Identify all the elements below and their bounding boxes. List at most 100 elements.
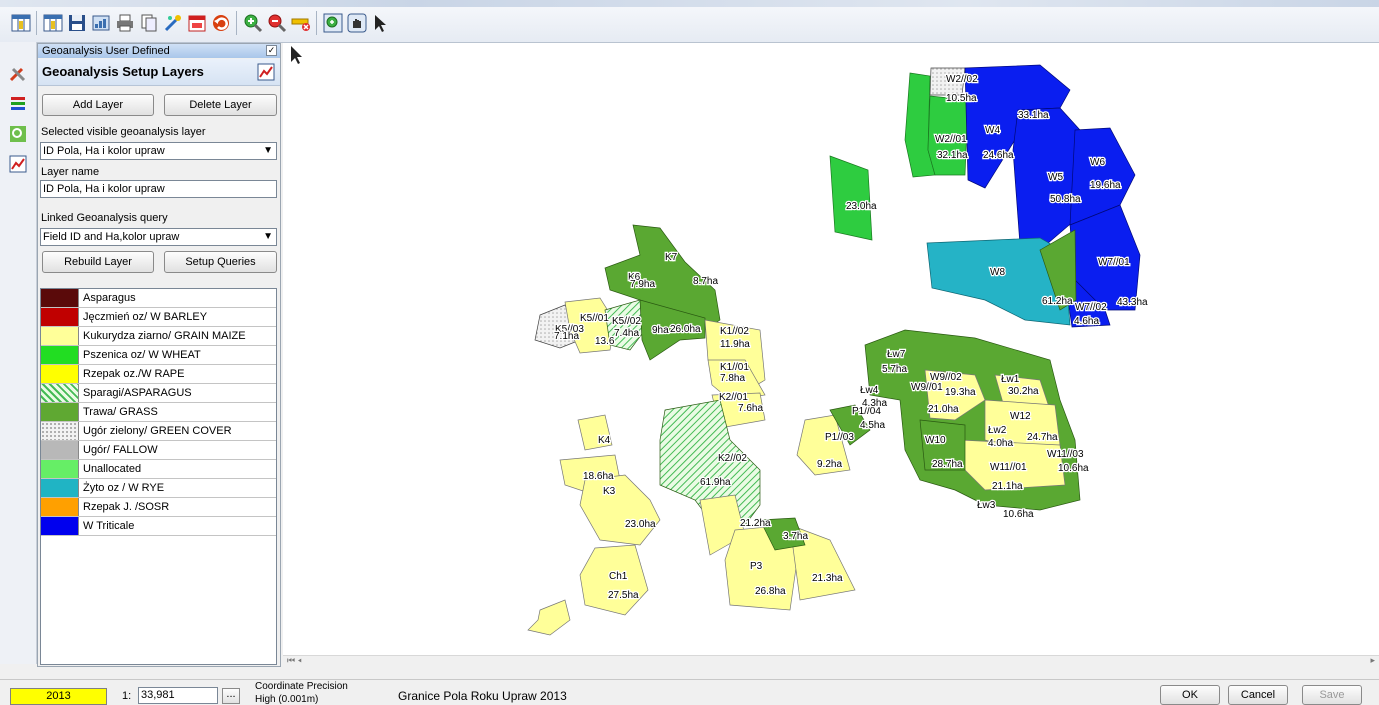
dropdown-arrow-icon[interactable]: ▼ bbox=[263, 143, 273, 159]
map-horizontal-scrollbar[interactable]: ⏮ ◂ ▸ bbox=[283, 655, 1379, 668]
field-label: 4.5ha bbox=[860, 420, 885, 431]
selected-layer-dropdown[interactable]: ID Pola, Ha i kolor upraw ▼ bbox=[40, 142, 277, 160]
add-layer-button[interactable]: Add Layer bbox=[42, 94, 154, 116]
field-label: W2//01 bbox=[935, 134, 967, 145]
copy-icon[interactable] bbox=[138, 12, 160, 34]
delete-layer-button[interactable]: Delete Layer bbox=[164, 94, 277, 116]
measure-clear-icon[interactable] bbox=[290, 12, 312, 34]
layer-title: Granice Pola Roku Upraw 2013 bbox=[398, 689, 567, 703]
scroll-left-icon[interactable]: ⏮ ◂ bbox=[287, 655, 302, 666]
field-label: 26.0ha bbox=[670, 324, 701, 335]
map-canvas[interactable]: W2//02 10.5ha 33.1ha W4 W2//01 32.1ha 24.6ha W6… bbox=[283, 43, 1379, 655]
undo-icon[interactable] bbox=[210, 12, 232, 34]
layer-name-input[interactable]: ID Pola, Ha i kolor upraw bbox=[40, 180, 277, 198]
rebuild-layer-button[interactable]: Rebuild Layer bbox=[42, 251, 154, 273]
scale-input[interactable]: 33,981 bbox=[138, 687, 218, 704]
legend-label: W Triticale bbox=[83, 520, 135, 532]
legend-list: Asparagus Jęczmień oz/ W BARLEY Kukurydza … bbox=[40, 288, 277, 665]
field-label: 24.6ha bbox=[983, 150, 1014, 161]
print-icon[interactable] bbox=[114, 12, 136, 34]
legend-label: Jęczmień oz/ W BARLEY bbox=[83, 311, 208, 323]
field-label: 43.3ha bbox=[1117, 297, 1148, 308]
map-svg[interactable]: W2//02 10.5ha 33.1ha W4 W2//01 32.1ha 24.6ha W6… bbox=[283, 43, 1379, 655]
layers-icon[interactable] bbox=[8, 94, 28, 114]
linked-query-dropdown[interactable]: Field ID and Ha,kolor upraw ▼ bbox=[40, 228, 277, 246]
field-label: 4.6ha bbox=[1074, 316, 1099, 327]
field-label: 18.6ha bbox=[583, 471, 614, 482]
legend-swatch bbox=[41, 498, 79, 516]
year-box[interactable]: 2013 bbox=[10, 688, 107, 705]
table-icon[interactable] bbox=[10, 12, 32, 34]
field-group-north-east[interactable] bbox=[829, 64, 1141, 328]
field-label: 11.9ha bbox=[720, 339, 750, 350]
calendar-icon[interactable] bbox=[186, 12, 208, 34]
save-icon[interactable] bbox=[66, 12, 88, 34]
field-label: 23.0ha bbox=[846, 201, 877, 212]
panel-checkbox[interactable]: ✓ bbox=[266, 45, 277, 56]
layer-name-label: Layer name bbox=[41, 166, 100, 178]
field-label: 7.8ha bbox=[720, 373, 745, 384]
cancel-button[interactable]: Cancel bbox=[1228, 685, 1288, 705]
chart-icon[interactable] bbox=[256, 62, 276, 82]
field-label: 21.0ha bbox=[928, 404, 959, 415]
field-label: 30.2ha bbox=[1008, 386, 1039, 397]
setup-queries-button[interactable]: Setup Queries bbox=[164, 251, 277, 273]
field-label: Łw7 bbox=[887, 349, 906, 360]
chart-icon[interactable] bbox=[8, 154, 28, 174]
legend-item: Ugór zielony/ GREEN COVER bbox=[41, 422, 276, 441]
legend-item: Kukurydza ziarno/ GRAIN MAIZE bbox=[41, 327, 276, 346]
legend-swatch bbox=[41, 441, 79, 459]
coord-precision-value[interactable]: High (0.001m) bbox=[255, 694, 318, 705]
select-arrow-icon[interactable] bbox=[370, 12, 392, 34]
field-label: K4 bbox=[598, 435, 611, 446]
wizard-icon[interactable] bbox=[162, 12, 184, 34]
legend-label: Ugór/ FALLOW bbox=[83, 444, 158, 456]
field-label: 4.3ha bbox=[862, 398, 887, 409]
field-label: W7//02 bbox=[1075, 302, 1107, 313]
map-search-icon[interactable] bbox=[8, 124, 28, 144]
field-label: W8 bbox=[990, 267, 1005, 278]
save-button[interactable]: Save bbox=[1302, 685, 1362, 705]
geoanalysis-panel: Geoanalysis User Defined ✓ Geoanalysis Se… bbox=[37, 43, 281, 667]
field-label: K1//01 bbox=[720, 362, 749, 373]
legend-item: Asparagus bbox=[41, 289, 276, 308]
dropdown-arrow-icon[interactable]: ▼ bbox=[263, 229, 273, 245]
linked-query-label: Linked Geoanalysis query bbox=[41, 212, 168, 224]
field-label: 24.7ha bbox=[1027, 432, 1058, 443]
field-label: W7//01 bbox=[1098, 257, 1130, 268]
panel-title-bar: Geoanalysis User Defined ✓ bbox=[38, 44, 280, 58]
field-label: Ch1 bbox=[609, 571, 628, 582]
ok-button[interactable]: OK bbox=[1160, 685, 1220, 705]
legend-swatch bbox=[41, 479, 79, 497]
field-label: 23.0ha bbox=[625, 519, 656, 530]
field-label: 27.5ha bbox=[608, 590, 639, 601]
zoom-in-icon[interactable] bbox=[242, 12, 264, 34]
field-label: 7.1ha bbox=[554, 331, 579, 342]
report-icon[interactable] bbox=[90, 12, 112, 34]
scroll-right-icon[interactable]: ▸ bbox=[1370, 655, 1375, 666]
legend-swatch bbox=[41, 460, 79, 478]
field-label: Łw2 bbox=[988, 425, 1007, 436]
field-label: K3 bbox=[603, 486, 616, 497]
field-label: 3.7ha bbox=[783, 531, 808, 542]
legend-label: Asparagus bbox=[83, 292, 136, 304]
legend-item: Żyto oz / W RYE bbox=[41, 479, 276, 498]
table-icon[interactable] bbox=[42, 12, 64, 34]
field-label: W5 bbox=[1048, 172, 1063, 183]
zoom-extent-icon[interactable] bbox=[322, 12, 344, 34]
field-label: 50.8ha bbox=[1050, 194, 1081, 205]
left-tool-strip bbox=[0, 42, 37, 664]
tools-icon[interactable] bbox=[8, 64, 28, 84]
field-label: 19.6ha bbox=[1090, 180, 1121, 191]
field-label: W11//01 bbox=[990, 462, 1027, 473]
legend-item: Rzepak J. /SOSR bbox=[41, 498, 276, 517]
scale-picker-button[interactable]: ... bbox=[222, 688, 240, 704]
legend-label: Unallocated bbox=[83, 463, 142, 475]
field-label: 7.6ha bbox=[738, 403, 763, 414]
zoom-out-icon[interactable] bbox=[266, 12, 288, 34]
legend-swatch bbox=[41, 365, 79, 383]
legend-swatch bbox=[41, 384, 79, 402]
field-label: 61.9ha bbox=[700, 477, 731, 488]
legend-swatch bbox=[41, 327, 79, 345]
pan-icon[interactable] bbox=[346, 12, 368, 34]
